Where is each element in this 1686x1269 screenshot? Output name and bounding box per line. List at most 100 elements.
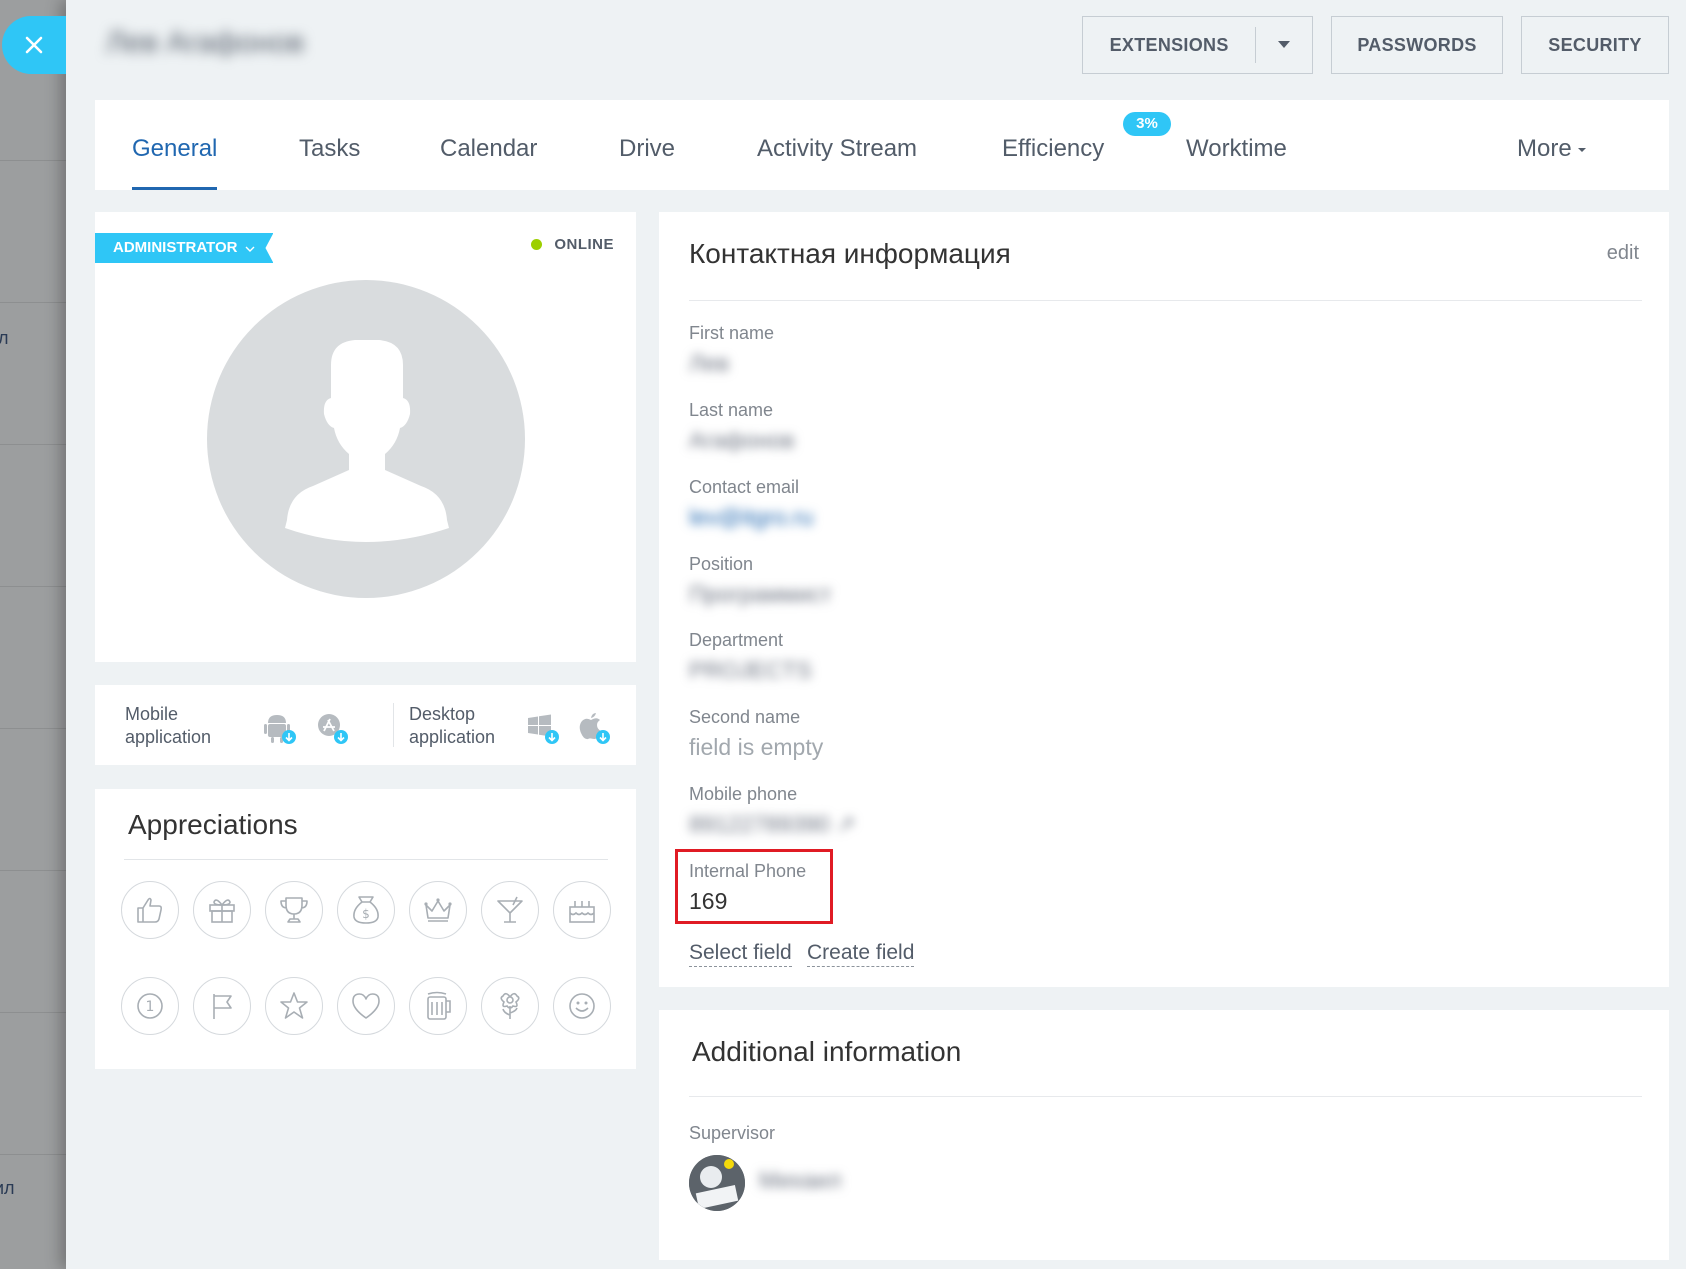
backdrop-divider — [0, 1012, 66, 1013]
status-indicator: ONLINE — [531, 236, 614, 253]
flower-icon[interactable] — [481, 977, 539, 1035]
profile-card: ADMINISTRATOR ONLINE — [95, 212, 636, 662]
flag-icon[interactable] — [193, 977, 251, 1035]
internal-phone-label: Internal Phone — [689, 861, 807, 881]
first-name-value: Лев — [689, 350, 730, 376]
section-title: Контактная информация — [689, 238, 1011, 269]
divider — [689, 1096, 1642, 1097]
avatar[interactable] — [207, 280, 525, 598]
star-icon[interactable] — [265, 977, 323, 1035]
windows-icon[interactable] — [526, 711, 560, 745]
tab-efficiency[interactable]: Efficiency — [1002, 100, 1104, 190]
backdrop-text: л — [0, 328, 9, 348]
mobile-app-label-line2: application — [125, 727, 212, 747]
svg-text:$: $ — [362, 907, 370, 921]
supervisor-name-link[interactable]: Михаил — [759, 1167, 841, 1194]
position-label: Position — [689, 554, 754, 574]
contact-email-link[interactable]: lev@itgro.ru — [689, 504, 813, 531]
backdrop-divider — [0, 302, 66, 303]
tab-drive[interactable]: Drive — [619, 100, 675, 190]
first-name-label: First name — [689, 323, 775, 343]
tab-tasks[interactable]: Tasks — [299, 100, 360, 190]
department-value[interactable]: PROJECTS — [689, 657, 812, 684]
department-label: Department — [689, 630, 784, 650]
security-button[interactable]: SECURITY — [1521, 16, 1669, 74]
backdrop-text: ил — [0, 1178, 15, 1198]
svg-text:1: 1 — [146, 999, 155, 1015]
tab-more-label: More — [1517, 135, 1572, 162]
additional-info-card: Additional information Supervisor Михаил — [659, 1010, 1669, 1260]
chevron-down-icon — [245, 233, 255, 263]
last-name-value: Агафонов — [689, 427, 795, 453]
caret-down-icon — [1577, 147, 1586, 152]
divider — [124, 859, 608, 860]
extensions-dropdown-toggle[interactable] — [1256, 27, 1312, 63]
tab-worktime[interactable]: Worktime — [1186, 100, 1287, 190]
apple-icon[interactable] — [577, 711, 611, 745]
smile-icon[interactable] — [553, 977, 611, 1035]
mobile-app-label-line1: Mobile — [125, 704, 179, 724]
backdrop-divider — [0, 586, 66, 587]
mobile-phone-label: Mobile phone — [689, 784, 798, 804]
close-slider-button[interactable] — [2, 16, 66, 74]
contact-email-label: Contact email — [689, 477, 800, 497]
divider — [689, 300, 1642, 301]
cocktail-icon[interactable] — [481, 881, 539, 939]
online-dot-icon — [531, 239, 543, 250]
number-one-icon[interactable]: 1 — [121, 977, 179, 1035]
backdrop-divider — [0, 1154, 66, 1155]
appreciations-title: Appreciations — [128, 809, 298, 840]
position-value: Программист — [689, 581, 832, 607]
second-name-value: field is empty — [689, 734, 824, 760]
trophy-icon[interactable] — [265, 881, 323, 939]
tab-more[interactable]: More — [1517, 100, 1586, 190]
profile-tabs: General Tasks Calendar Drive Activity St… — [95, 100, 1669, 190]
status-label: ONLINE — [554, 236, 614, 253]
role-badge[interactable]: ADMINISTRATOR — [95, 233, 273, 263]
user-silhouette-icon — [285, 340, 449, 542]
mobile-app-label: Mobile application — [125, 703, 211, 749]
heart-icon[interactable] — [337, 977, 395, 1035]
close-icon — [25, 36, 43, 54]
create-field-link[interactable]: Create field — [807, 940, 915, 967]
app-store-icon[interactable] — [315, 711, 349, 745]
page-title: Лев Агафонов — [106, 26, 305, 59]
tab-activity-stream[interactable]: Activity Stream — [757, 100, 917, 190]
appreciations-card: Appreciations $ 1 — [95, 789, 636, 1069]
desktop-app-label: Desktop application — [409, 703, 495, 749]
tab-general[interactable]: General — [132, 100, 218, 190]
supervisor-avatar[interactable] — [689, 1155, 745, 1211]
passwords-button[interactable]: PASSWORDS — [1331, 16, 1503, 74]
extensions-label[interactable]: EXTENSIONS — [1083, 27, 1257, 63]
last-name-label: Last name — [689, 400, 774, 420]
edit-link[interactable]: edit — [1607, 242, 1639, 265]
beer-icon[interactable] — [409, 977, 467, 1035]
divider — [393, 703, 394, 747]
thumbs-up-icon[interactable] — [121, 881, 179, 939]
android-icon[interactable] — [263, 711, 297, 745]
desktop-app-label-line1: Desktop — [409, 704, 476, 724]
efficiency-badge: 3% — [1123, 112, 1171, 136]
page-backdrop: л ил — [0, 0, 66, 1269]
backdrop-divider — [0, 160, 66, 161]
extensions-button[interactable]: EXTENSIONS — [1082, 16, 1313, 74]
internal-phone-value: 169 — [689, 888, 728, 914]
tab-calendar[interactable]: Calendar — [440, 100, 537, 190]
role-label: ADMINISTRATOR — [113, 239, 238, 256]
caret-down-icon — [1278, 41, 1291, 48]
backdrop-divider — [0, 870, 66, 871]
money-bag-icon[interactable]: $ — [337, 881, 395, 939]
supervisor-label: Supervisor — [689, 1123, 776, 1143]
apps-card: Mobile application Desktop application — [95, 685, 636, 765]
user-profile-slider: Лев Агафонов EXTENSIONS PASSWORDS SECURI… — [66, 0, 1686, 1269]
cake-icon[interactable] — [553, 881, 611, 939]
desktop-app-label-line2: application — [409, 727, 496, 747]
second-name-label: Second name — [689, 707, 801, 727]
gift-icon[interactable] — [193, 881, 251, 939]
mobile-phone-value[interactable]: 89122789390 ↗ — [689, 811, 855, 838]
select-field-link[interactable]: Select field — [689, 940, 792, 967]
crown-icon[interactable] — [409, 881, 467, 939]
contact-info-card: Контактная информация edit First name Ле… — [659, 212, 1669, 987]
backdrop-divider — [0, 444, 66, 445]
backdrop-divider — [0, 728, 66, 729]
